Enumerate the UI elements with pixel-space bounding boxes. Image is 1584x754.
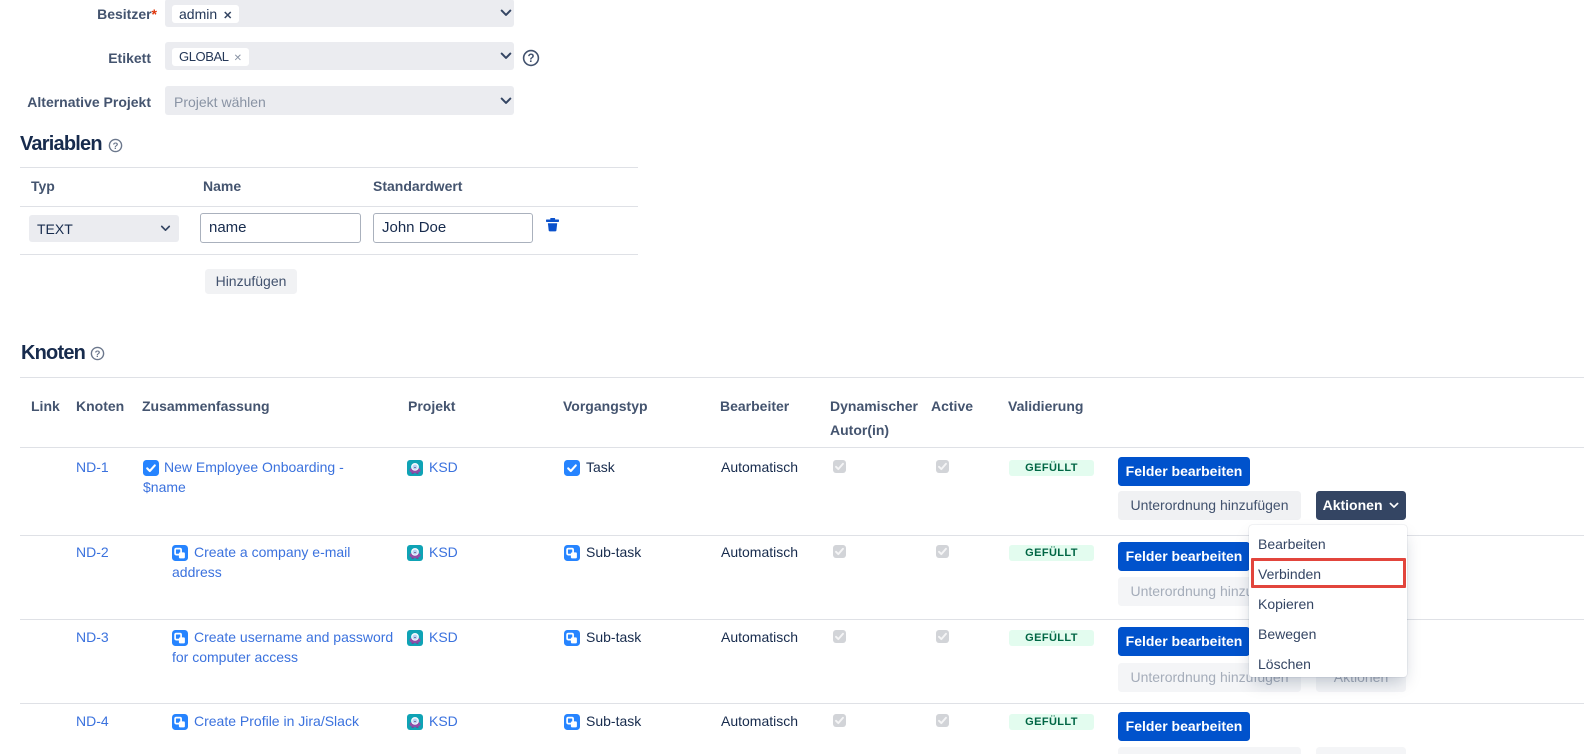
svg-text:?: ? — [527, 53, 534, 65]
svg-text:?: ? — [95, 349, 101, 360]
svg-text:?: ? — [113, 141, 119, 152]
